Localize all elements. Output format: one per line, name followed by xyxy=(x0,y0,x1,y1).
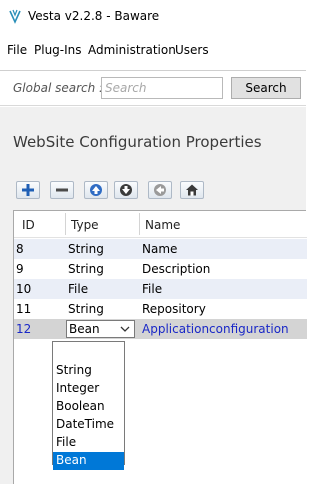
dropdown-option-integer[interactable]: Integer xyxy=(53,380,124,398)
table-row-selected[interactable]: 12 Bean Applicationconfiguration xyxy=(14,319,307,339)
page-title: WebSite Configuration Properties xyxy=(13,133,262,151)
title-bar: Vesta v2.2.8 - Baware xyxy=(0,0,306,34)
move-up-button[interactable] xyxy=(84,181,108,199)
home-icon xyxy=(186,184,198,196)
move-down-button[interactable] xyxy=(114,181,138,199)
dropdown-option-string[interactable]: String xyxy=(53,362,124,380)
column-header-name[interactable]: Name xyxy=(145,218,180,232)
table-row[interactable]: 10 File File xyxy=(14,279,307,299)
cell-name: Repository xyxy=(142,302,206,316)
dropdown-option-file[interactable]: File xyxy=(53,434,124,452)
type-combobox[interactable]: Bean xyxy=(66,320,135,338)
cell-name: Applicationconfiguration xyxy=(142,322,289,336)
cell-type: String xyxy=(68,302,104,316)
table-row[interactable]: 9 String Description xyxy=(14,259,307,279)
remove-button[interactable] xyxy=(50,181,74,199)
type-dropdown-list: String Integer Boolean DateTime File Bea… xyxy=(52,341,125,470)
global-search-label: Global search : xyxy=(13,81,104,95)
move-up-icon xyxy=(90,184,102,196)
menu-file[interactable]: File xyxy=(7,43,27,57)
back-button[interactable] xyxy=(148,181,172,199)
cell-id: 12 xyxy=(16,322,32,336)
back-icon xyxy=(154,184,166,196)
global-search-input[interactable] xyxy=(101,77,223,99)
menu-plug-ins[interactable]: Plug-Ins xyxy=(34,43,82,57)
cell-id: 11 xyxy=(16,302,32,316)
properties-panel: WebSite Configuration Properties ID Type… xyxy=(0,107,307,484)
table-row[interactable]: 8 String Name xyxy=(14,239,307,259)
remove-icon xyxy=(56,188,68,192)
add-icon xyxy=(22,184,34,196)
grid-header: ID Type Name xyxy=(14,211,307,238)
cell-type: File xyxy=(68,282,89,296)
cell-type: String xyxy=(68,262,104,276)
cell-type: String xyxy=(68,242,104,256)
dropdown-option-boolean[interactable]: Boolean xyxy=(53,398,124,416)
add-button[interactable] xyxy=(16,181,40,199)
global-search-bar: Global search : Search xyxy=(0,70,306,106)
home-button[interactable] xyxy=(180,181,204,199)
column-divider[interactable] xyxy=(139,213,140,235)
cell-id: 10 xyxy=(16,282,32,296)
window-title: Vesta v2.2.8 - Baware xyxy=(28,9,160,23)
menu-users[interactable]: Users xyxy=(175,43,209,57)
cell-name: Name xyxy=(142,242,178,256)
cell-id: 9 xyxy=(16,262,24,276)
menu-administration[interactable]: Administration xyxy=(88,43,176,57)
cell-name: Description xyxy=(142,262,211,276)
column-header-id[interactable]: ID xyxy=(22,218,35,232)
app-logo-icon xyxy=(9,9,21,24)
dropdown-option-datetime[interactable]: DateTime xyxy=(53,416,124,434)
menu-bar: File Plug-Ins Administration Users xyxy=(0,40,306,62)
column-header-type[interactable]: Type xyxy=(71,218,99,232)
cell-name: File xyxy=(142,282,163,296)
column-divider[interactable] xyxy=(65,213,66,235)
dropdown-option-bean[interactable]: Bean xyxy=(53,452,124,470)
dropdown-option-empty[interactable] xyxy=(53,344,124,362)
chevron-down-icon[interactable] xyxy=(118,322,132,336)
type-combobox-value: Bean xyxy=(69,322,100,336)
table-row[interactable]: 11 String Repository xyxy=(14,299,307,319)
search-button[interactable]: Search xyxy=(231,77,301,99)
move-down-icon xyxy=(120,184,132,196)
cell-id: 8 xyxy=(16,242,24,256)
